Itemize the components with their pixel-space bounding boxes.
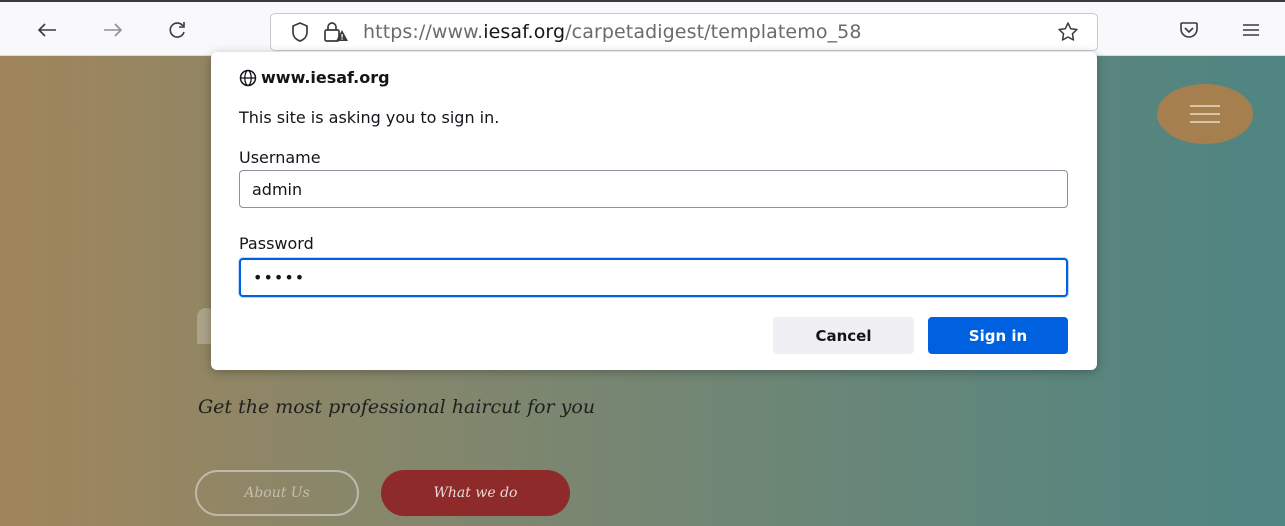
url-bar[interactable]: https://www.iesaf.org/carpetadigest/temp… (270, 13, 1098, 51)
globe-icon (239, 69, 257, 86)
arrow-right-icon (104, 23, 123, 37)
dialog-site-name: www.iesaf.org (261, 68, 390, 87)
back-button[interactable] (30, 14, 64, 46)
sign-in-dialog: www.iesaf.org This site is asking you to… (211, 52, 1097, 370)
shield-icon[interactable] (287, 19, 313, 45)
hamburger-icon (1190, 105, 1220, 107)
url-text[interactable]: https://www.iesaf.org/carpetadigest/temp… (363, 21, 1043, 43)
sign-in-button[interactable]: Sign in (928, 317, 1068, 354)
about-us-button[interactable]: About Us (195, 470, 359, 516)
hero-tagline: Get the most professional haircut for yo… (198, 396, 596, 418)
username-label: Username (239, 148, 321, 167)
dialog-message: This site is asking you to sign in. (239, 108, 500, 127)
lock-warning-icon[interactable] (323, 19, 349, 45)
reload-button[interactable] (160, 14, 194, 46)
url-path: /carpetadigest/templatemo_58 (565, 21, 862, 43)
forward-button[interactable] (96, 14, 130, 46)
app-menu-button[interactable] (1236, 16, 1266, 44)
dialog-site: www.iesaf.org (239, 68, 390, 87)
cancel-button[interactable]: Cancel (773, 317, 914, 354)
browser-toolbar: https://www.iesaf.org/carpetadigest/temp… (0, 0, 1285, 56)
pocket-button[interactable] (1174, 16, 1204, 44)
what-we-do-button[interactable]: What we do (381, 470, 570, 516)
password-label: Password (239, 234, 314, 253)
site-menu-button[interactable] (1157, 84, 1253, 144)
pocket-icon (1180, 22, 1198, 38)
url-prefix: https://www. (363, 21, 484, 43)
hamburger-menu-icon (1243, 24, 1259, 36)
reload-icon (169, 22, 185, 38)
arrow-left-icon (37, 23, 56, 37)
star-icon[interactable] (1055, 19, 1081, 45)
username-field[interactable] (239, 170, 1068, 208)
password-field[interactable] (239, 258, 1068, 297)
url-host: iesaf.org (483, 21, 566, 43)
